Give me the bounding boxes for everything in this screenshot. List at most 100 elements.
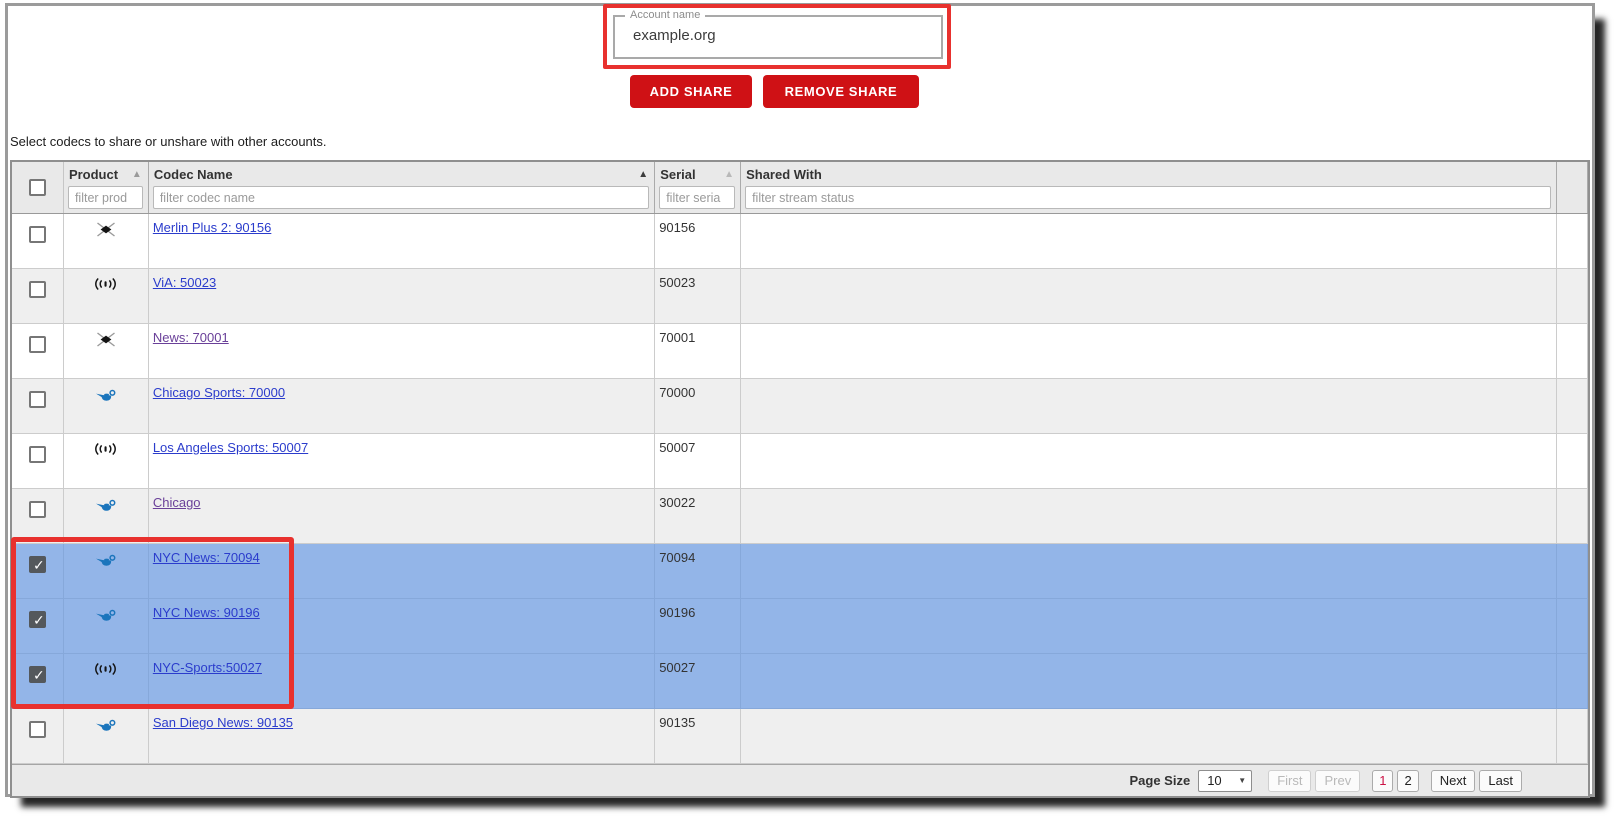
codec-name-column-header: Codec Name ▲ xyxy=(149,162,656,213)
table-row[interactable]: News: 70001 70001 xyxy=(12,324,1589,379)
merlin-x-icon xyxy=(96,332,116,347)
row-extra-cell xyxy=(1557,599,1589,653)
product-header-label: Product xyxy=(68,167,119,182)
extra-column-header xyxy=(1557,162,1589,213)
chevron-down-icon: ▼ xyxy=(1238,776,1247,785)
table-row[interactable]: San Diego News: 90135 90135 xyxy=(12,709,1589,764)
row-checkbox[interactable] xyxy=(28,556,46,574)
table-row[interactable]: Los Angeles Sports: 50007 50007 xyxy=(12,434,1589,489)
serial-value: 70001 xyxy=(655,324,742,378)
select-all-checkbox[interactable] xyxy=(28,179,46,196)
serial-value: 90135 xyxy=(655,709,742,763)
table-row[interactable]: NYC News: 70094 70094 xyxy=(12,544,1589,599)
first-page-button[interactable]: First xyxy=(1268,769,1312,792)
prev-page-button[interactable]: Prev xyxy=(1315,769,1361,792)
shared-with-value xyxy=(741,214,1558,268)
row-extra-cell xyxy=(1557,379,1589,433)
shared-with-value xyxy=(741,654,1558,708)
row-checkbox[interactable] xyxy=(28,336,46,353)
page-frame: Account name ADD SHARE REMOVE SHARE Sele… xyxy=(5,3,1595,798)
serial-value: 50027 xyxy=(655,654,742,708)
sort-asc-icon: ▲ xyxy=(724,168,735,180)
serial-value: 70094 xyxy=(655,544,742,598)
shared-with-value xyxy=(741,489,1558,543)
shared-with-header-title[interactable]: Shared With xyxy=(741,162,1556,185)
page-size-value: 10 xyxy=(1207,773,1222,788)
codec-link[interactable]: ViA: 50023 xyxy=(153,275,216,290)
table-row[interactable]: NYC-Sports:50027 50027 xyxy=(12,654,1589,709)
via-radio-icon xyxy=(94,277,117,291)
codec-link[interactable]: Chicago xyxy=(153,495,201,510)
codec-link[interactable]: Merlin Plus 2: 90156 xyxy=(153,220,272,235)
serial-column-header: Serial ▲ xyxy=(655,162,742,213)
page-1-button[interactable]: 1 xyxy=(1372,769,1394,792)
via-radio-icon xyxy=(94,662,117,676)
row-extra-cell xyxy=(1557,544,1589,598)
genie-lamp-icon xyxy=(95,717,117,733)
serial-value: 90196 xyxy=(655,599,742,653)
row-extra-cell xyxy=(1557,269,1589,323)
table-row[interactable]: ViA: 50023 50023 xyxy=(12,269,1589,324)
codec-link[interactable]: News: 70001 xyxy=(153,330,229,345)
serial-value: 30022 xyxy=(655,489,742,543)
add-share-button[interactable]: ADD SHARE xyxy=(630,75,752,108)
shared-with-value xyxy=(741,544,1558,598)
table-footer: Page Size 10 ▼ First Prev 1 2 Next Last xyxy=(12,764,1588,796)
product-filter-input[interactable] xyxy=(67,186,143,209)
serial-header-title[interactable]: Serial ▲ xyxy=(655,162,740,185)
codec-link[interactable]: NYC News: 90196 xyxy=(153,605,260,620)
shared-with-value xyxy=(741,709,1558,763)
page-2-button[interactable]: 2 xyxy=(1397,769,1419,792)
table-row[interactable]: Chicago Sports: 70000 70000 xyxy=(12,379,1589,434)
merlin-x-icon xyxy=(96,222,116,237)
row-checkbox[interactable] xyxy=(28,446,46,463)
serial-value: 70000 xyxy=(655,379,742,433)
next-page-button[interactable]: Next xyxy=(1430,769,1476,792)
codec-name-filter-input[interactable] xyxy=(152,186,650,209)
row-extra-cell xyxy=(1557,654,1589,708)
shared-with-value xyxy=(741,324,1558,378)
shared-with-value xyxy=(741,379,1558,433)
page-size-select[interactable]: 10 ▼ xyxy=(1198,769,1253,792)
row-extra-cell xyxy=(1557,214,1589,268)
row-checkbox[interactable] xyxy=(28,501,46,518)
select-all-cell xyxy=(12,162,64,213)
codec-link[interactable]: NYC News: 70094 xyxy=(153,550,260,565)
codec-link[interactable]: San Diego News: 90135 xyxy=(153,715,293,730)
serial-header-label: Serial xyxy=(660,167,696,182)
codec-link[interactable]: Chicago Sports: 70000 xyxy=(153,385,285,400)
row-extra-cell xyxy=(1557,324,1589,378)
shared-with-header-label: Shared With xyxy=(746,167,822,182)
last-page-button[interactable]: Last xyxy=(1479,769,1522,792)
sort-asc-icon: ▲ xyxy=(131,168,142,180)
sort-asc-icon: ▲ xyxy=(638,168,649,180)
row-checkbox[interactable] xyxy=(28,391,46,408)
row-checkbox[interactable] xyxy=(28,611,46,629)
remove-share-button[interactable]: REMOVE SHARE xyxy=(763,75,919,108)
product-column-header: Product ▲ xyxy=(64,162,149,213)
shared-with-value xyxy=(741,269,1558,323)
table-row[interactable]: NYC News: 90196 90196 xyxy=(12,599,1589,654)
serial-value: 90156 xyxy=(655,214,742,268)
codec-name-header-label: Codec Name xyxy=(153,167,233,182)
shared-with-filter-input[interactable] xyxy=(745,186,1552,209)
row-checkbox[interactable] xyxy=(28,666,46,684)
table-row[interactable]: Chicago 30022 xyxy=(12,489,1589,544)
codec-link[interactable]: Los Angeles Sports: 50007 xyxy=(153,440,308,455)
table-header: Product ▲ Codec Name ▲ Serial xyxy=(12,162,1589,214)
account-name-label: Account name xyxy=(630,9,701,21)
codec-name-header-title[interactable]: Codec Name ▲ xyxy=(149,162,654,185)
serial-filter-input[interactable] xyxy=(659,186,736,209)
row-extra-cell xyxy=(1557,709,1589,763)
codec-link[interactable]: NYC-Sports:50027 xyxy=(153,660,262,675)
shared-with-value xyxy=(741,599,1558,653)
table-row[interactable]: Merlin Plus 2: 90156 90156 xyxy=(12,214,1589,269)
product-header-title[interactable]: Product ▲ xyxy=(64,162,148,185)
row-checkbox[interactable] xyxy=(28,281,46,298)
row-checkbox[interactable] xyxy=(28,721,46,738)
instruction-text: Select codecs to share or unshare with o… xyxy=(10,134,327,149)
serial-value: 50023 xyxy=(655,269,742,323)
serial-value: 50007 xyxy=(655,434,742,488)
account-name-input[interactable] xyxy=(633,27,913,44)
row-checkbox[interactable] xyxy=(28,226,46,243)
